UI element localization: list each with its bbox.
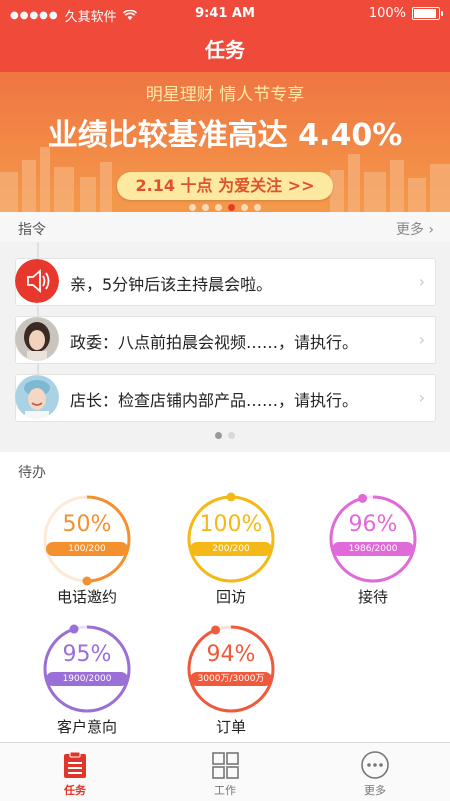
gauge-percent: 95%: [62, 642, 112, 667]
banner-cta-button[interactable]: 2.14 十点 为爱关注 >>: [117, 172, 333, 200]
chevron-right-icon: ›: [418, 388, 425, 407]
progress-ring: [329, 493, 417, 583]
command-text: 店长：检查店铺内部产品……，请执行。: [70, 391, 359, 410]
more-dots-icon: [361, 751, 389, 779]
progress-knob: [358, 493, 368, 503]
gauge-label: 电话邀约: [56, 588, 117, 606]
promo-banner[interactable]: 明星理财 情人节专享 业绩比较基准高达 4.40% 2.14 十点 为爱关注 >…: [0, 72, 450, 212]
commands-more-link[interactable]: 更多 ›: [396, 219, 434, 239]
gauge-count: 1986/2000: [332, 542, 414, 556]
commands-title: 指令: [18, 222, 46, 238]
progress-knob: [82, 576, 92, 586]
page-dot-active[interactable]: [228, 204, 235, 211]
tab-label: 更多: [364, 784, 386, 797]
gauge-label: 回访: [215, 588, 246, 606]
progress-arc: [329, 495, 417, 583]
task-list-icon: [64, 751, 86, 778]
todo-gauge-revisit[interactable]: 100% 200/200 回访: [176, 492, 286, 606]
progress-knob: [226, 492, 236, 502]
gauge-percent: 100%: [199, 512, 263, 537]
page-title: 任务: [0, 28, 450, 72]
command-item[interactable]: 亲，5分钟后该主持晨会啦。 ›: [15, 258, 436, 306]
page-dot[interactable]: [241, 204, 248, 211]
status-bar: ●●●●● 久其软件 9:41 AM 100%: [0, 0, 450, 28]
progress-ring: [43, 495, 131, 586]
todo-gauge-reception[interactable]: 96% 1986/2000 接待: [318, 492, 428, 606]
todo-gauge-phone-invite[interactable]: 50% 100/200 电话邀约: [32, 492, 142, 606]
banner-headline: 业绩比较基准高达 4.40%: [47, 118, 403, 153]
tab-label: 工作: [214, 784, 236, 797]
todo-gauge-orders[interactable]: 94% 3000万/3000万 订单: [176, 622, 286, 736]
progress-knob: [211, 625, 221, 635]
progress-knob: [69, 624, 79, 634]
gauge-count: 100/200: [46, 542, 128, 556]
commands-header: 指令 更多 ›: [0, 212, 450, 242]
progress-arc: [43, 625, 131, 713]
banner-page-indicator[interactable]: [0, 204, 450, 211]
page-dot[interactable]: [215, 204, 222, 211]
tab-label: 任务: [64, 784, 86, 797]
progress-ring: [43, 624, 131, 713]
gauge-percent: 50%: [62, 512, 112, 537]
command-item[interactable]: 政委：八点前拍晨会视频……，请执行。 ›: [15, 316, 436, 364]
chevron-right-icon: ›: [418, 272, 425, 291]
page-dot[interactable]: [254, 204, 261, 211]
banner-subtitle: 明星理财 情人节专享: [145, 85, 305, 105]
progress-arc: [187, 625, 275, 713]
tab-tasks[interactable]: 任务: [0, 743, 150, 801]
battery-icon: [412, 7, 443, 20]
page-dot[interactable]: [202, 204, 209, 211]
gauge-label: 客户意向: [56, 718, 117, 736]
command-text: 政委：八点前拍晨会视频……，请执行。: [70, 333, 359, 352]
avatar: [15, 375, 59, 419]
progress-arc: [187, 495, 275, 583]
gauge-count: 3000万/3000万: [190, 672, 272, 686]
progress-ring: [187, 625, 275, 713]
tab-bar: 任务 工作 更多: [0, 742, 450, 801]
gauge-label: 订单: [215, 718, 246, 736]
tab-more[interactable]: 更多: [300, 743, 450, 801]
avatar: [15, 317, 59, 361]
gauge-count: 200/200: [190, 542, 272, 556]
page-dot[interactable]: [189, 204, 196, 211]
page-dot-active[interactable]: [215, 432, 222, 439]
progress-ring: [187, 492, 275, 583]
gauge-label: 接待: [357, 588, 388, 606]
commands-page-indicator[interactable]: [0, 432, 450, 439]
command-item[interactable]: 店长：检查店铺内部产品……，请执行。 ›: [15, 374, 436, 422]
tab-work[interactable]: 工作: [150, 743, 300, 801]
battery-percent: 100%: [368, 6, 406, 21]
gauge-percent: 96%: [348, 512, 398, 537]
todo-section: 待办 50% 100/200 电话邀约 100% 200/200 回访 96% …: [0, 452, 450, 742]
gauge-percent: 94%: [206, 642, 256, 667]
gauge-count: 1900/2000: [46, 672, 128, 686]
page-dot[interactable]: [228, 432, 235, 439]
grid-icon: [212, 752, 239, 779]
todo-gauge-customer-intent[interactable]: 95% 1900/2000 客户意向: [32, 622, 142, 736]
todo-title: 待办: [18, 465, 46, 481]
speaker-icon: [15, 259, 59, 303]
chevron-right-icon: ›: [418, 330, 425, 349]
command-text: 亲，5分钟后该主持晨会啦。: [70, 275, 273, 294]
